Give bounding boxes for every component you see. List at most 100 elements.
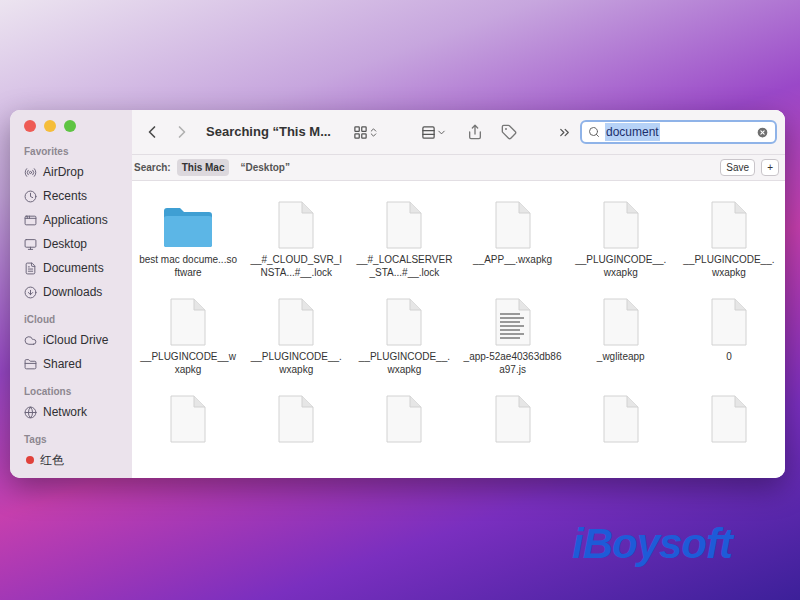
sidebar-item[interactable]: Network	[24, 400, 128, 424]
sidebar-section: FavoritesAirDropRecentsApplicationsDeskt…	[24, 142, 128, 304]
document-file-icon	[385, 298, 423, 346]
scope-label: Search:	[134, 160, 171, 175]
file-item[interactable]	[350, 391, 458, 478]
share-icon[interactable]	[467, 124, 483, 140]
sidebar-item[interactable]: AirDrop	[24, 160, 128, 184]
document-file-icon	[277, 298, 315, 346]
sidebar-header: Locations	[24, 382, 128, 400]
document-file-icon	[385, 395, 423, 443]
scope-button[interactable]: +	[761, 159, 779, 176]
sidebar-item[interactable]: Shared	[24, 352, 128, 376]
file-name: 0	[680, 350, 778, 363]
file-item[interactable]: __PLUGINCODE__.wxapkg	[675, 197, 783, 294]
updown-icon	[368, 127, 379, 138]
window-title: Searching “This M...	[206, 122, 331, 142]
file-name: __PLUGINCODE__wxapkg	[139, 350, 237, 376]
file-item[interactable]: __#_CLOUD_SVR_INSTA...#__.lock	[242, 197, 350, 294]
sidebar-header: iCloud	[24, 310, 128, 328]
sidebar-header: Favorites	[24, 142, 128, 160]
minimize-button[interactable]	[44, 120, 56, 132]
sidebar-item[interactable]: 红色	[24, 448, 128, 472]
sidebar-item[interactable]: Downloads	[24, 280, 128, 304]
close-button[interactable]	[24, 120, 36, 132]
group-button[interactable]	[421, 125, 447, 140]
sidebar-item[interactable]: Documents	[24, 256, 128, 280]
group-icon	[421, 125, 436, 140]
airdrop-icon	[24, 166, 37, 179]
file-item[interactable]: __PLUGINCODE__.wxapkg	[567, 197, 675, 294]
sidebar-section: LocationsNetwork	[24, 382, 128, 424]
file-item[interactable]: __APP__.wxapkg	[458, 197, 566, 294]
file-item[interactable]	[134, 391, 242, 478]
cloud-icon	[24, 334, 37, 347]
scope-option[interactable]: “Desktop”	[235, 159, 294, 176]
file-item[interactable]: _wgliteapp	[567, 294, 675, 391]
document-file-icon	[710, 201, 748, 249]
tag-icon[interactable]	[501, 124, 517, 140]
document-file-icon	[169, 298, 207, 346]
sidebar-item[interactable]: Recents	[24, 184, 128, 208]
file-item[interactable]: 0	[675, 294, 783, 391]
clear-icon[interactable]	[756, 126, 769, 139]
sidebar-item[interactable]: Desktop	[24, 232, 128, 256]
file-item[interactable]: best mac docume...software	[134, 197, 242, 294]
desktop-icon	[24, 238, 37, 251]
back-icon[interactable]	[142, 122, 162, 142]
document-file-icon	[602, 201, 640, 249]
watermark: iBoysoft	[572, 512, 732, 575]
file-name: _app-52ae40363db86a97.js	[464, 350, 562, 376]
sidebar-header: Tags	[24, 430, 128, 448]
file-item[interactable]: _app-52ae40363db86a97.js	[458, 294, 566, 391]
file-item[interactable]	[458, 391, 566, 478]
window-controls	[24, 110, 128, 142]
document-file-icon	[710, 395, 748, 443]
file-item[interactable]: __#_LOCALSERVER_STA...#__.lock	[350, 197, 458, 294]
document-file-icon	[602, 298, 640, 346]
sidebar-item[interactable]: Applications	[24, 208, 128, 232]
file-name: __APP__.wxapkg	[464, 253, 562, 266]
sidebar-item[interactable]: iCloud Drive	[24, 328, 128, 352]
file-item[interactable]: __PLUGINCODE__.wxapkg	[350, 294, 458, 391]
zoom-button[interactable]	[64, 120, 76, 132]
file-grid: best mac docume...software __#_CLOUD_SVR_…	[132, 181, 785, 478]
search-field[interactable]: document	[580, 120, 777, 144]
file-name: __PLUGINCODE__.wxapkg	[247, 350, 345, 376]
file-name: _wgliteapp	[572, 350, 670, 363]
forward-icon[interactable]	[172, 122, 192, 142]
file-item[interactable]: __PLUGINCODE__.wxapkg	[242, 294, 350, 391]
document-file-icon	[710, 298, 748, 346]
desktop: FavoritesAirDropRecentsApplicationsDeskt…	[0, 0, 800, 600]
scope-option[interactable]: This Mac	[177, 159, 230, 176]
file-name: best mac docume...software	[139, 253, 237, 279]
view-button[interactable]	[353, 125, 379, 140]
script-file-icon	[494, 298, 532, 346]
scope-bar: Search: This Mac “Desktop” Save +	[132, 155, 785, 181]
globe-icon	[24, 406, 37, 419]
toolbar: Searching “This M... document	[132, 110, 785, 155]
scope-button[interactable]: Save	[720, 159, 755, 176]
file-item[interactable]	[567, 391, 675, 478]
document-file-icon	[494, 201, 532, 249]
file-name: __#_LOCALSERVER_STA...#__.lock	[355, 253, 453, 279]
document-file-icon	[277, 201, 315, 249]
document-icon	[24, 262, 37, 275]
search-icon	[588, 126, 600, 138]
file-item[interactable]: __PLUGINCODE__wxapkg	[134, 294, 242, 391]
search-query: document	[605, 123, 660, 141]
sidebar-section: iCloudiCloud DriveShared	[24, 310, 128, 376]
main-area: Searching “This M... document Search: This …	[132, 110, 785, 478]
sidebar-section: Tags红色	[24, 430, 128, 472]
shared-folder-icon	[24, 358, 37, 371]
clock-icon	[24, 190, 37, 203]
download-icon	[24, 286, 37, 299]
document-file-icon	[494, 395, 532, 443]
more-icon[interactable]	[557, 125, 572, 140]
file-name: __PLUGINCODE__.wxapkg	[572, 253, 670, 279]
file-item[interactable]	[675, 391, 783, 478]
tag-color-icon	[26, 456, 34, 464]
file-item[interactable]	[242, 391, 350, 478]
applications-icon	[24, 214, 37, 227]
document-file-icon	[385, 201, 423, 249]
sidebar: FavoritesAirDropRecentsApplicationsDeskt…	[10, 110, 132, 478]
file-name: __#_CLOUD_SVR_INSTA...#__.lock	[247, 253, 345, 279]
